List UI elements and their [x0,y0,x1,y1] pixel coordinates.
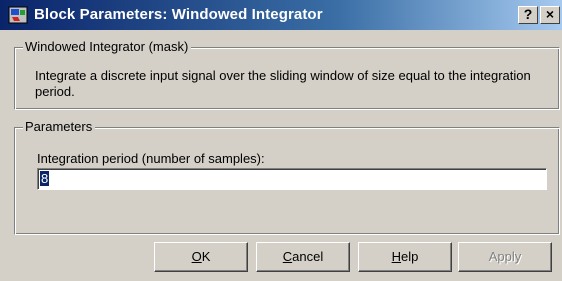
cancel-label-rest: ancel [292,249,324,264]
ok-button[interactable]: OK [154,242,248,272]
apply-button[interactable]: Apply [458,242,552,272]
help-button[interactable]: Help [358,242,452,272]
cancel-button[interactable]: Cancel [256,242,350,272]
help-mnemonic: H [391,249,402,264]
integration-period-field[interactable] [37,168,547,190]
parameters-group: Parameters Integration period (number of… [14,119,560,235]
parameters-group-legend: Parameters [23,119,96,134]
block-parameters-dialog: Block Parameters: Windowed Integrator ? … [0,0,562,281]
simulink-block-icon [8,6,28,24]
help-label-rest: elp [401,249,419,264]
mask-description: Integrate a discrete input signal over t… [35,68,531,99]
close-icon[interactable]: × [540,6,560,24]
help-icon[interactable]: ? [518,6,538,24]
integration-period-value[interactable]: 8 [40,171,50,186]
ok-label-rest: K [201,249,211,264]
mask-group-legend: Windowed Integrator (mask) [23,39,192,54]
integration-period-label: Integration period (number of samples): [37,151,265,166]
cancel-mnemonic: C [282,249,293,264]
ok-mnemonic: O [191,249,202,264]
window-title: Block Parameters: Windowed Integrator [34,6,323,23]
mask-description-group: Windowed Integrator (mask) Integrate a d… [14,39,560,110]
title-bar[interactable]: Block Parameters: Windowed Integrator ? … [0,0,562,30]
